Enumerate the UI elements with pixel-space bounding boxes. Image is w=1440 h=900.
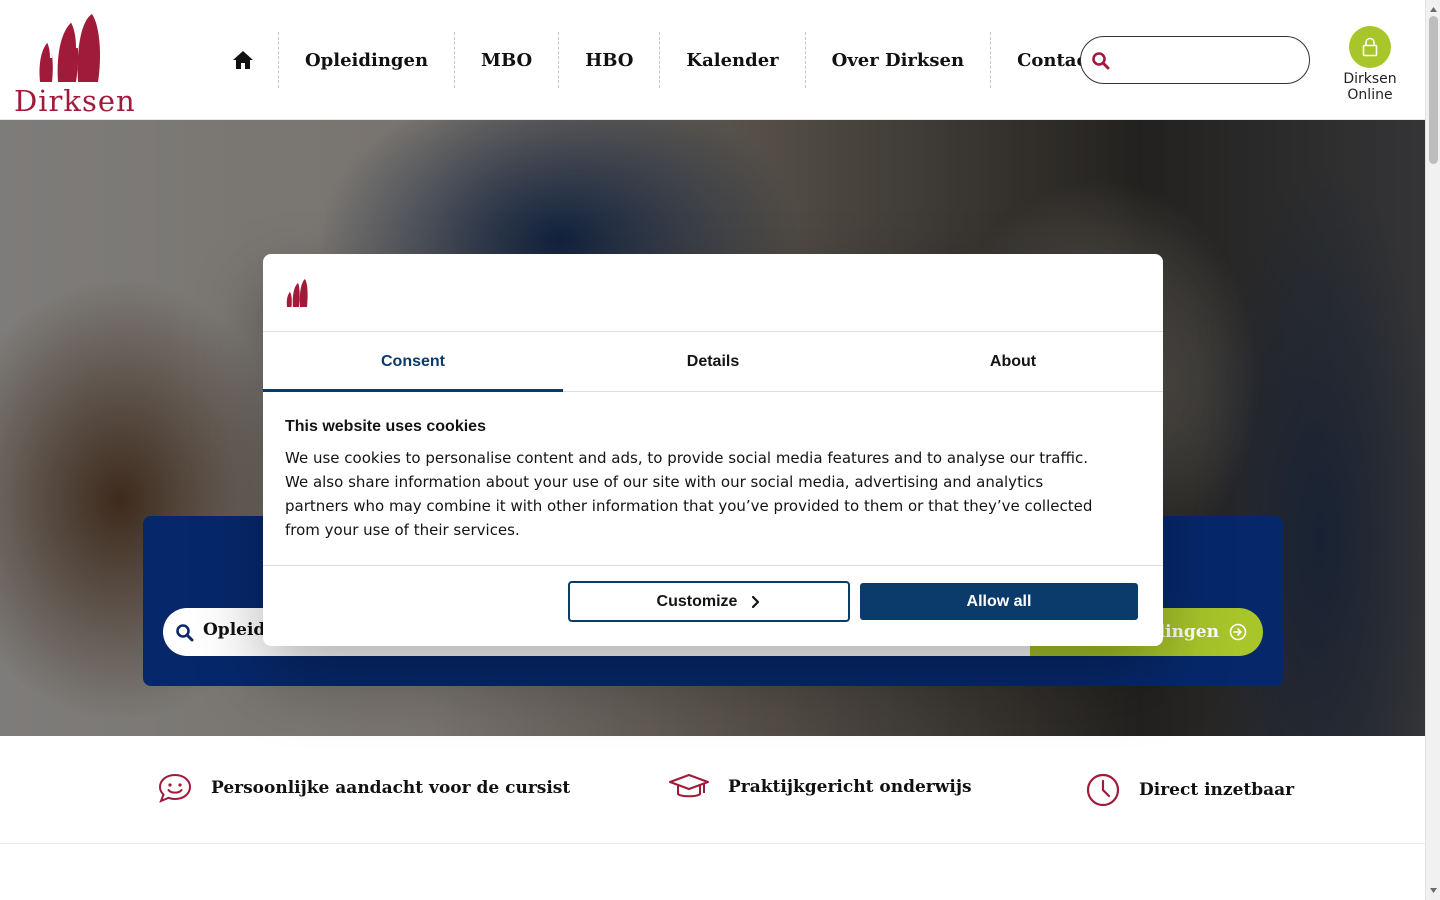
dialog-tabs: Consent Details About: [263, 332, 1163, 392]
page-scrollbar[interactable]: [1425, 0, 1440, 900]
customize-button[interactable]: Customize: [568, 581, 850, 622]
dialog-text: We use cookies to personalise content an…: [285, 449, 1093, 539]
chevron-right-icon: [752, 595, 760, 608]
cookie-overlay: Consent Details About This website uses …: [0, 0, 1425, 900]
tab-about[interactable]: About: [863, 332, 1163, 391]
scrollbar-thumb[interactable]: [1429, 16, 1438, 164]
dialog-body: This website uses cookies We use cookies…: [263, 392, 1163, 566]
allow-all-button[interactable]: Allow all: [860, 583, 1138, 620]
cookie-dialog: Consent Details About This website uses …: [263, 254, 1163, 646]
scroll-down-arrow-icon[interactable]: [1429, 886, 1438, 895]
tab-details[interactable]: Details: [563, 332, 863, 391]
dirksen-logo-icon: [286, 279, 308, 307]
dialog-title: This website uses cookies: [285, 418, 486, 435]
scroll-up-arrow-icon[interactable]: [1429, 5, 1438, 14]
dialog-header: [263, 254, 1163, 332]
dialog-footer: Customize Allow all: [263, 566, 1163, 646]
customize-label: Customize: [656, 592, 738, 610]
tab-consent[interactable]: Consent: [263, 332, 563, 392]
